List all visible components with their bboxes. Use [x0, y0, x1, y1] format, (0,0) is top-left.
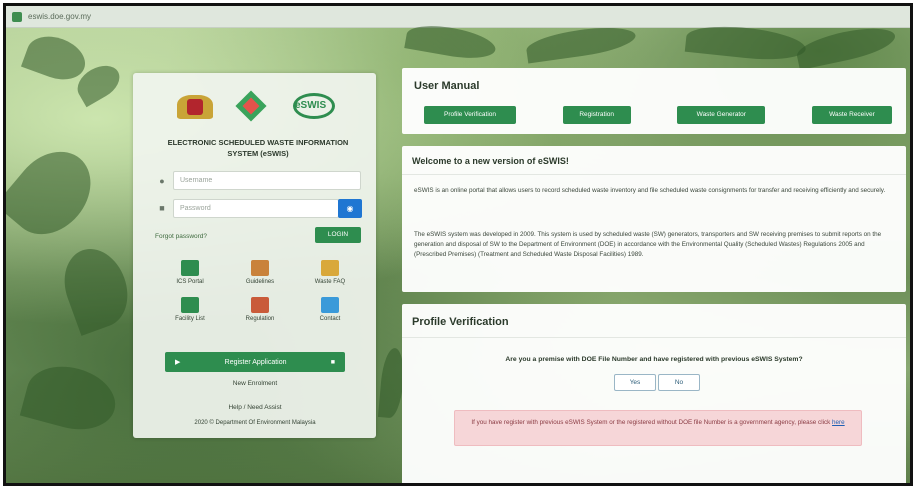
- register-application-button[interactable]: ▶ Register Application ■: [165, 352, 345, 372]
- help-link[interactable]: Help / Need Assist: [155, 404, 355, 411]
- regulation-icon: [251, 297, 269, 313]
- divider: [402, 174, 906, 175]
- username-input[interactable]: Username: [173, 171, 361, 190]
- password-input[interactable]: Password: [173, 199, 339, 218]
- system-title: ELECTRONIC SCHEDULED WASTE INFORMATION S…: [167, 138, 349, 158]
- manual-waste-receiver-button[interactable]: Waste Receiver: [811, 106, 892, 124]
- alert-here-link[interactable]: here: [832, 419, 845, 426]
- menu-item-contact[interactable]: Contact: [295, 297, 365, 322]
- user-icon: ●: [159, 176, 165, 186]
- square-icon: ■: [330, 358, 335, 366]
- menu-item-label: Regulation: [245, 316, 275, 322]
- menu-item-label: Contact: [319, 316, 341, 322]
- menu-item-regulation[interactable]: Regulation: [225, 297, 295, 322]
- malaysia-crest-logo: [173, 91, 217, 121]
- quick-menu-grid: ICS Portal Guidelines Waste FAQ Facility…: [155, 260, 365, 322]
- browser-window: eswis.doe.gov.my eSWIS ELECTRONIC SCHEDU…: [3, 3, 913, 486]
- forgot-password-link[interactable]: Forgot password?: [155, 233, 207, 240]
- menu-item-label: Waste FAQ: [314, 279, 346, 285]
- guidelines-icon: [251, 260, 269, 276]
- contact-icon: [321, 297, 339, 313]
- welcome-paragraph-1: eSWIS is an online portal that allows us…: [414, 187, 886, 194]
- user-manual-panel: User Manual Profile Verification Registr…: [402, 68, 906, 134]
- eswis-logo: eSWIS: [285, 91, 343, 121]
- manual-registration-button[interactable]: Registration: [562, 106, 631, 124]
- menu-item-ics-portal[interactable]: ICS Portal: [155, 260, 225, 285]
- faq-icon: [321, 260, 339, 276]
- show-password-button[interactable]: ◉: [338, 199, 362, 218]
- logo-row: eSWIS: [173, 88, 343, 124]
- verification-question: Are you a premise with DOE File Number a…: [505, 356, 803, 363]
- alert-text: If you have register with previous eSWIS…: [471, 419, 831, 426]
- login-card: eSWIS ELECTRONIC SCHEDULED WASTE INFORMA…: [133, 73, 376, 438]
- login-button[interactable]: LOGIN: [315, 227, 361, 243]
- manual-waste-generator-button[interactable]: Waste Generator: [677, 106, 766, 124]
- welcome-title: Welcome to a new version of eSWIS!: [412, 156, 569, 166]
- manual-profile-verification-button[interactable]: Profile Verification: [424, 106, 516, 124]
- background-forest-image: eSWIS ELECTRONIC SCHEDULED WASTE INFORMA…: [6, 20, 910, 483]
- lock-icon: ■: [159, 203, 165, 213]
- divider: [402, 337, 906, 338]
- yes-button[interactable]: Yes: [614, 374, 656, 391]
- menu-item-guidelines[interactable]: Guidelines: [225, 260, 295, 285]
- portal-icon: [181, 260, 199, 276]
- menu-item-label: Facility List: [175, 316, 205, 322]
- doe-logo: [234, 90, 268, 122]
- new-enrolment-link[interactable]: New Enrolment: [155, 380, 355, 387]
- browser-address-bar[interactable]: eswis.doe.gov.my: [6, 6, 910, 28]
- info-alert: If you have register with previous eSWIS…: [454, 410, 862, 446]
- welcome-paragraph-2: The eSWIS system was developed in 2009. …: [414, 231, 882, 258]
- copyright-text: 2020 © Department Of Environment Malaysi…: [194, 420, 316, 426]
- site-favicon-icon: [12, 11, 22, 22]
- welcome-panel: Welcome to a new version of eSWIS! eSWIS…: [402, 146, 906, 292]
- profile-verification-panel: Profile Verification Are you a premise w…: [402, 304, 906, 483]
- facility-icon: [181, 297, 199, 313]
- no-button[interactable]: No: [658, 374, 700, 391]
- user-manual-title: User Manual: [414, 80, 480, 92]
- url-text: eswis.doe.gov.my: [28, 12, 91, 21]
- verification-title: Profile Verification: [412, 316, 509, 328]
- menu-item-facility-list[interactable]: Facility List: [155, 297, 225, 322]
- manual-tabs: Profile Verification Registration Waste …: [424, 106, 892, 124]
- register-label: Register Application: [224, 358, 287, 366]
- menu-item-label: ICS Portal: [176, 279, 204, 285]
- menu-item-label: Guidelines: [245, 279, 275, 285]
- menu-item-waste-faq[interactable]: Waste FAQ: [295, 260, 365, 285]
